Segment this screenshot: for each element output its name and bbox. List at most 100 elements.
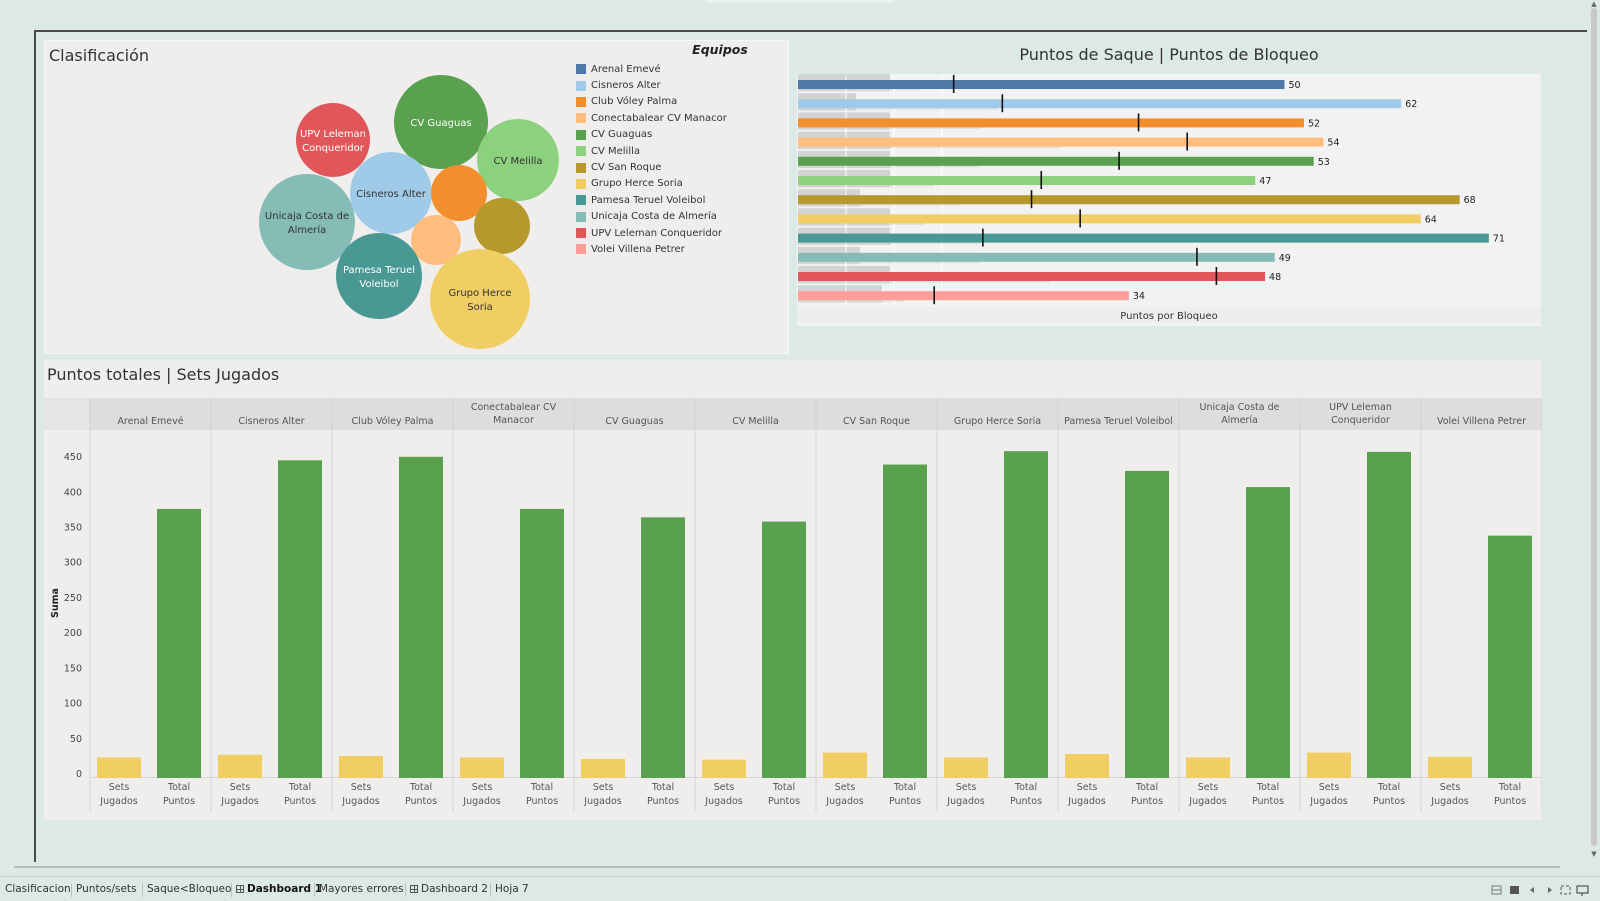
x-sub-label: Jugados (825, 796, 864, 807)
total-puntos-bar[interactable] (157, 508, 201, 778)
x-sub-label: Total (530, 782, 553, 793)
y-tick-label: 350 (64, 523, 82, 534)
sheet-tab[interactable]: Dashboard 2 (410, 881, 488, 897)
x-sub-label: Jugados (1067, 796, 1106, 807)
total-puntos-bar[interactable] (1488, 535, 1532, 778)
sheet-tab[interactable]: Mayores errores (319, 881, 404, 897)
sets-jugados-bar[interactable] (1428, 756, 1472, 778)
sets-jugados-bar[interactable] (581, 758, 625, 778)
sheet-tab[interactable]: Saque<Bloqueo (147, 881, 231, 897)
legend-swatch (576, 146, 586, 157)
total-puntos-bar[interactable] (278, 460, 322, 778)
next-icon[interactable] (1548, 887, 1552, 893)
x-sub-label: Jugados (341, 796, 380, 807)
total-puntos-bar[interactable] (641, 517, 685, 778)
x-sub-label: Puntos (889, 796, 921, 807)
legend-item[interactable]: Cisneros Alter (576, 77, 786, 93)
vertical-scrollbar[interactable]: ▲ ▼ (1587, 0, 1600, 860)
saque-bar[interactable] (798, 291, 1129, 301)
sets-jugados-bar[interactable] (1186, 757, 1230, 778)
saque-bar[interactable] (798, 176, 1256, 185)
total-puntos-bar[interactable] (520, 508, 564, 778)
total-puntos-bar[interactable] (1367, 451, 1411, 778)
totales-bar-chart[interactable]: 0 50 100 150 200 250 300 350 400 450 Suma Arenal Em… (44, 360, 1542, 820)
y-tick-label: 250 (64, 593, 82, 604)
saque-bar[interactable] (798, 118, 1304, 128)
team-bubble[interactable] (474, 198, 530, 254)
fullscreen-icon[interactable] (1560, 885, 1571, 895)
x-sub-label: Total (893, 782, 916, 793)
sets-jugados-bar[interactable] (339, 756, 383, 778)
legend-item[interactable]: CV Melilla (576, 143, 786, 159)
saque-bar[interactable] (798, 272, 1266, 281)
bubble-label: Grupo Herce (448, 288, 511, 299)
sets-jugados-bar[interactable] (218, 754, 262, 778)
x-sub-label: Total (409, 782, 432, 793)
tab-separator (314, 883, 315, 897)
sheet-tab[interactable]: Puntos/sets (76, 881, 137, 897)
legend-item[interactable]: Arenal Emevé (576, 61, 786, 77)
x-sub-label: Sets (230, 782, 251, 793)
legend-item[interactable]: Club Vóley Palma (576, 94, 786, 110)
sets-jugados-bar[interactable] (823, 752, 867, 778)
column-header: Conectabalear CV (471, 402, 557, 413)
sets-jugados-bar[interactable] (702, 759, 746, 778)
legend-item[interactable]: CV Guaguas (576, 127, 786, 143)
saque-bar[interactable] (798, 99, 1402, 109)
legend-item[interactable]: Pamesa Teruel Voleibol (576, 192, 786, 208)
grid-view-icon[interactable] (1491, 885, 1502, 895)
total-puntos-bar[interactable] (762, 521, 806, 778)
total-puntos-bar[interactable] (399, 456, 443, 778)
sheet-tab[interactable]: Clasificacion (5, 881, 71, 897)
saque-bar[interactable] (798, 80, 1285, 89)
legend-label: Club Vóley Palma (591, 96, 678, 108)
legend-label: Unicaja Costa de Almería (591, 211, 717, 223)
column-header: Grupo Herce Soria (954, 416, 1041, 427)
saque-bar-chart[interactable]: 50 62 52 54 53 47 68 64 71 49 48 34 Puntos por Bloqu… (796, 40, 1542, 330)
scroll-up-icon[interactable]: ▲ (1589, 0, 1599, 8)
legend-item[interactable]: Volei Villena Petrer (576, 241, 786, 257)
legend-item[interactable]: UPV Leleman Conquerido​r (576, 225, 786, 241)
x-sub-label: Total (1377, 782, 1400, 793)
saque-bar[interactable] (798, 252, 1275, 262)
sets-jugados-bar[interactable] (97, 757, 141, 778)
y-tick-label: 50 (70, 734, 82, 745)
team-bubble[interactable] (430, 249, 530, 349)
legend-item[interactable]: CV San Roque (576, 159, 786, 175)
scroll-down-icon[interactable]: ▼ (1589, 850, 1599, 858)
saque-bar[interactable] (798, 137, 1324, 147)
total-puntos-bar[interactable] (1246, 487, 1290, 778)
total-puntos-bar[interactable] (1004, 451, 1048, 778)
saque-value-label: 47 (1259, 176, 1271, 187)
sheet-tab[interactable]: Dashboard 1 (236, 881, 322, 897)
saque-bar[interactable] (798, 233, 1489, 243)
scrollbar-thumb[interactable] (1591, 8, 1597, 846)
legend-item[interactable]: Conectabalear CV Manacor (576, 110, 786, 126)
team-bubble[interactable] (296, 103, 370, 177)
sets-jugados-bar[interactable] (944, 757, 988, 778)
saque-bar[interactable] (798, 195, 1460, 205)
saque-value-label: 53 (1318, 157, 1330, 168)
saque-value-label: 34 (1133, 291, 1145, 302)
sets-jugados-bar[interactable] (460, 757, 504, 778)
horizontal-scrollbar[interactable] (14, 866, 1560, 868)
y-tick-label: 400 (64, 487, 82, 498)
sets-jugados-bar[interactable] (1307, 752, 1351, 778)
sets-jugados-bar[interactable] (1065, 753, 1109, 778)
legend-item[interactable]: Grupo Herce Soria (576, 176, 786, 192)
total-puntos-bar[interactable] (883, 464, 927, 778)
prev-icon[interactable] (1530, 887, 1534, 893)
column-header: Cisneros Alter (238, 416, 304, 427)
sheet-tab[interactable]: Hoja 7 (495, 881, 529, 897)
team-bubble[interactable] (336, 233, 422, 319)
saque-bar[interactable] (798, 214, 1421, 224)
present-icon[interactable] (1576, 885, 1589, 896)
sheet-tab-label: Dashboard 1 (247, 883, 322, 895)
saque-bar[interactable] (798, 156, 1314, 166)
bubble-label: Almería (288, 224, 327, 236)
legend-item[interactable]: Unicaja Costa de Almería (576, 209, 786, 225)
team-legend: Arenal Emevé Cisneros Alter Club Vóley Pal… (576, 61, 786, 258)
filmstrip-icon[interactable] (1510, 886, 1519, 894)
team-bubble[interactable] (259, 174, 355, 270)
total-puntos-bar[interactable] (1125, 470, 1169, 778)
